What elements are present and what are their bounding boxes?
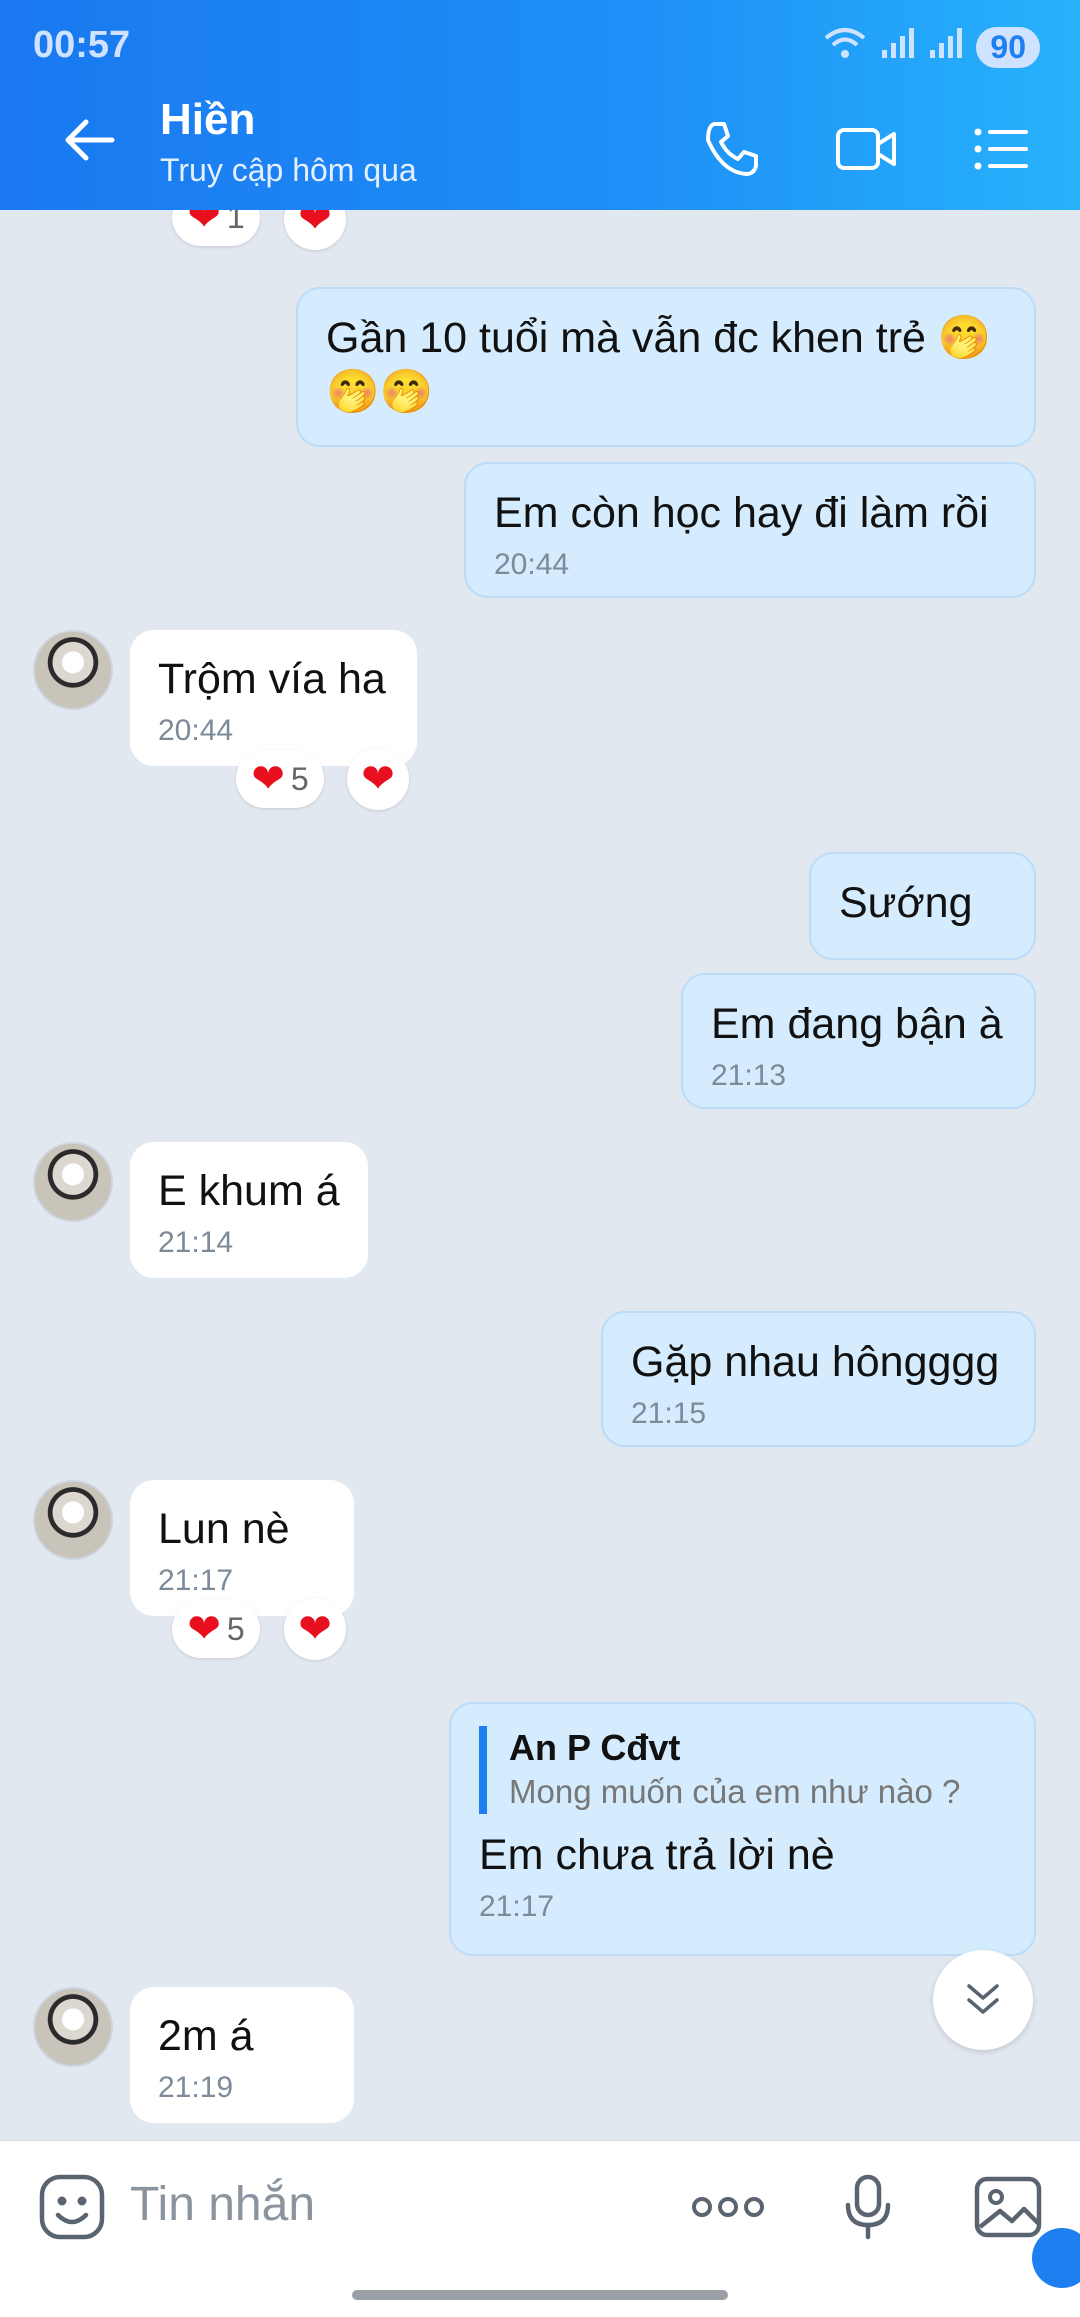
avatar[interactable] <box>33 630 113 710</box>
reaction-heart-count[interactable]: ❤ 5 <box>172 1600 260 1658</box>
heart-icon: ❤ <box>187 210 221 239</box>
heart-icon: ❤ <box>361 757 395 801</box>
heart-icon: ❤ <box>187 1607 221 1651</box>
heart-icon: ❤ <box>298 1607 332 1651</box>
message-outgoing-reply[interactable]: An P Cđvt Mong muốn của em như nào ? Em … <box>449 1702 1036 1956</box>
message-input[interactable]: Tin nhắn <box>130 2177 315 2232</box>
contact-name[interactable]: Hiền <box>160 95 255 145</box>
message-outgoing[interactable]: Sướng <box>809 852 1036 960</box>
avatar[interactable] <box>33 1142 113 1222</box>
message-outgoing[interactable]: Em đang bận à 21:13 <box>681 973 1036 1109</box>
message-incoming[interactable]: 2m á 21:19 <box>130 1987 354 2123</box>
message-outgoing[interactable]: Em còn học hay đi làm rồi 20:44 <box>464 462 1036 598</box>
message-incoming[interactable]: Lun nè 21:17 <box>130 1480 354 1616</box>
scroll-to-bottom-button[interactable] <box>933 1950 1033 2050</box>
message-list[interactable]: ❤ 1 ❤ Gần 10 tuổi mà vẫn đc khen trẻ 🤭🤭🤭… <box>0 210 1080 2140</box>
message-incoming[interactable]: E khum á 21:14 <box>130 1142 368 1278</box>
chat-header: 00:57 90 Hiền Truy cập hôm qua <box>0 0 1080 210</box>
status-time: 00:57 <box>33 24 131 66</box>
avatar[interactable] <box>33 1987 113 2067</box>
reaction-heart-count[interactable]: ❤ 5 <box>236 750 324 808</box>
add-reaction-heart[interactable]: ❤ <box>284 1598 346 1660</box>
last-seen-status: Truy cập hôm qua <box>160 152 417 188</box>
video-call-icon[interactable] <box>834 118 896 180</box>
message-incoming[interactable]: Trộm vía ha 20:44 <box>130 630 417 766</box>
double-chevron-down-icon <box>967 1984 999 2014</box>
reaction-heart-count[interactable]: ❤ 1 <box>172 210 260 246</box>
signal-icon-2 <box>928 26 964 68</box>
back-arrow-icon[interactable] <box>60 110 120 170</box>
heart-icon: ❤ <box>251 757 285 801</box>
wifi-icon <box>822 26 868 68</box>
phone-call-icon[interactable] <box>700 118 762 180</box>
image-gallery-icon[interactable] <box>972 2171 1044 2243</box>
microphone-icon[interactable] <box>832 2171 904 2243</box>
quoted-message[interactable]: An P Cđvt Mong muốn của em như nào ? <box>479 1726 1006 1814</box>
more-options-icon[interactable] <box>690 2171 764 2243</box>
status-icons: 90 <box>822 26 1040 68</box>
message-outgoing[interactable]: Gặp nhau hôngggg 21:15 <box>601 1311 1036 1447</box>
emoji-sticker-icon[interactable] <box>36 2171 108 2243</box>
signal-icon <box>880 26 916 68</box>
add-reaction-heart[interactable]: ❤ <box>284 210 346 250</box>
heart-icon: ❤ <box>298 210 332 241</box>
menu-list-icon[interactable] <box>970 118 1032 180</box>
home-indicator[interactable] <box>352 2290 728 2300</box>
message-outgoing[interactable]: Gần 10 tuổi mà vẫn đc khen trẻ 🤭🤭🤭 <box>296 287 1036 447</box>
avatar[interactable] <box>33 1480 113 1560</box>
add-reaction-heart[interactable]: ❤ <box>347 748 409 810</box>
battery-level: 90 <box>976 26 1040 68</box>
